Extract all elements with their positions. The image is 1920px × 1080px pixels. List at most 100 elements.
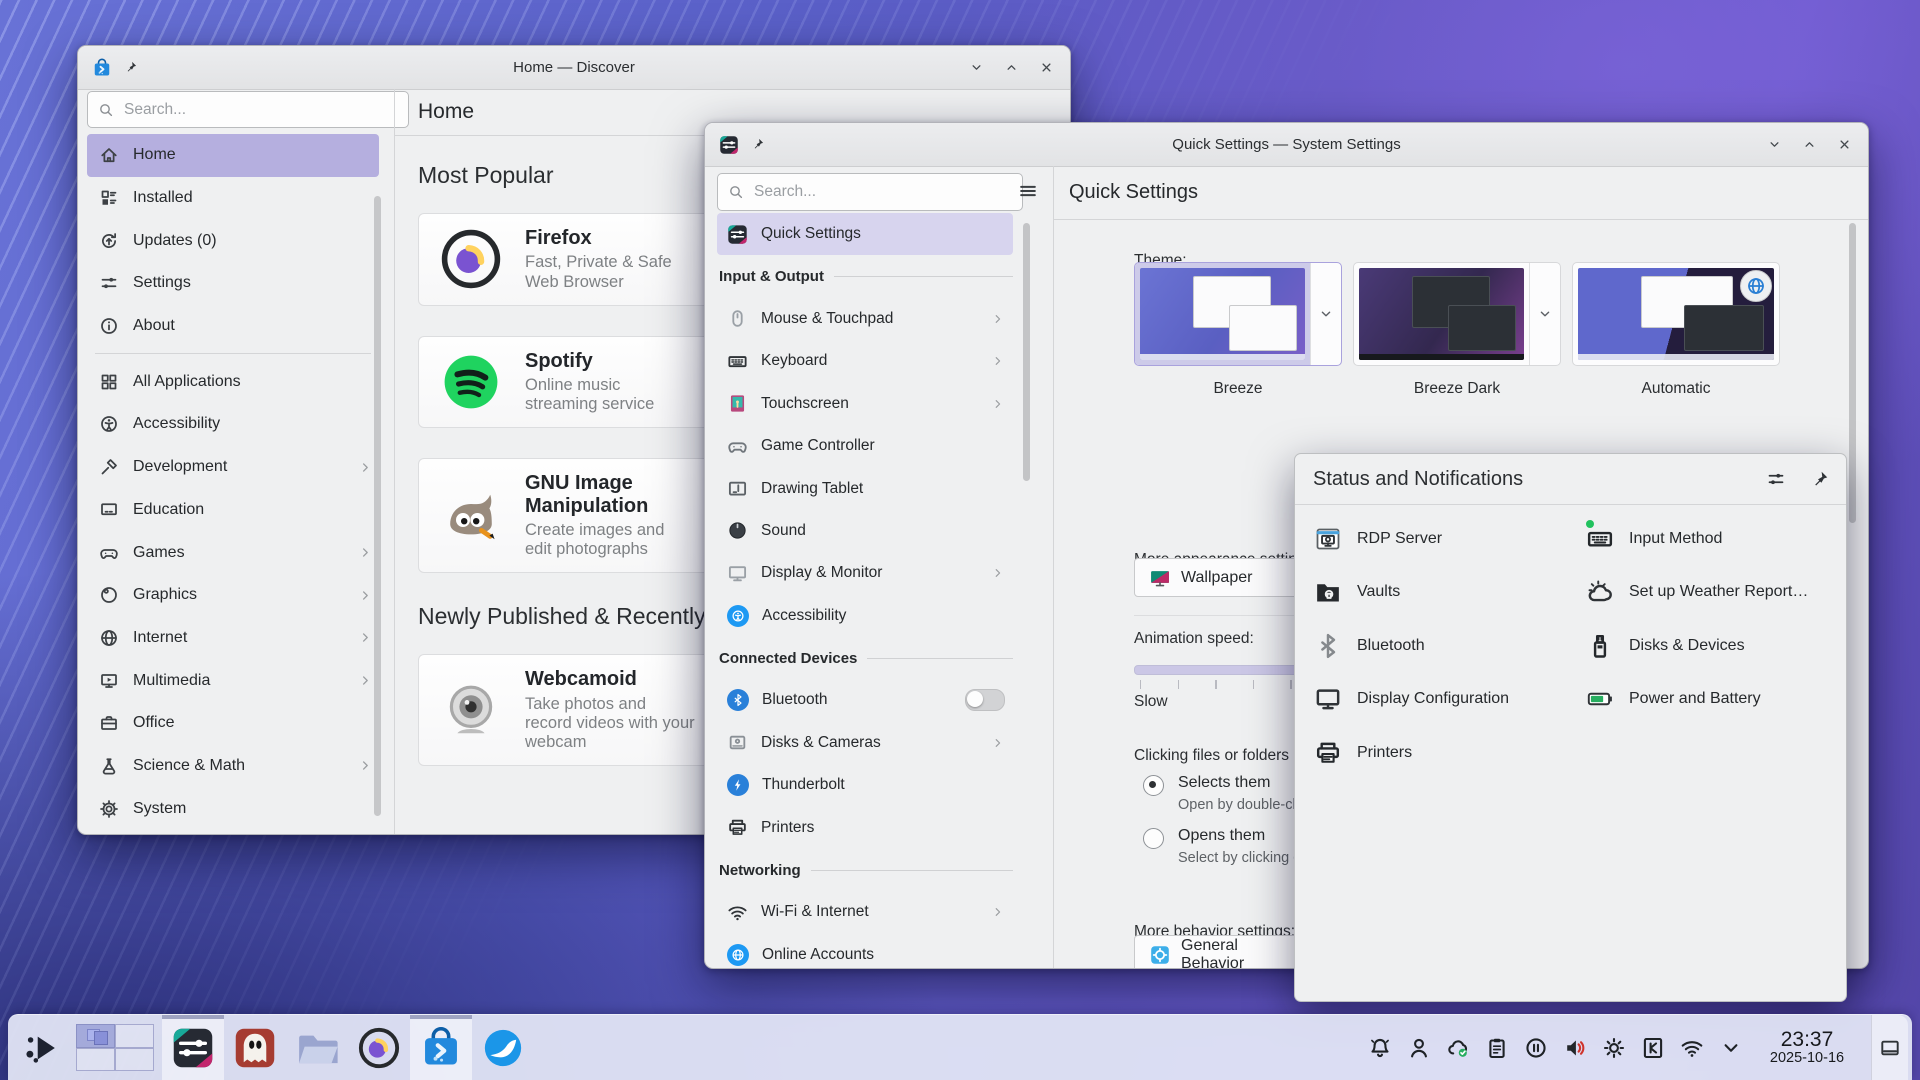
sidebar-item-online-accounts[interactable]: Online Accounts bbox=[717, 934, 1013, 969]
show-desktop-button[interactable] bbox=[1871, 1015, 1908, 1080]
search-input[interactable] bbox=[122, 100, 398, 120]
status-item-rdp-server[interactable]: RDP Server bbox=[1313, 512, 1585, 566]
sidebar-item-multimedia[interactable]: Multimedia bbox=[87, 659, 379, 702]
maximize-button[interactable] bbox=[1004, 59, 1019, 77]
sidebar-item-disks-cameras[interactable]: Disks & Cameras bbox=[717, 722, 1013, 764]
status-item-disks-devices[interactable]: Disks & Devices bbox=[1585, 619, 1831, 673]
sidebar-item-display-monitor[interactable]: Display & Monitor bbox=[717, 552, 1013, 594]
sidebar-item-accessibility[interactable]: Accessibility bbox=[717, 595, 1013, 637]
tray-notifications-bell[interactable] bbox=[1368, 1036, 1392, 1060]
sidebar-item-system[interactable]: System bbox=[87, 787, 379, 830]
minimize-button[interactable] bbox=[969, 59, 984, 77]
sidebar-item-drawing-tablet[interactable]: Drawing Tablet bbox=[717, 467, 1013, 509]
wallpaper-button[interactable]: Wallpaper bbox=[1134, 558, 1299, 597]
general-behavior-button[interactable]: General Behavior bbox=[1134, 935, 1299, 969]
sidebar-item-sound[interactable]: Sound bbox=[717, 510, 1013, 552]
theme-variant-dropdown[interactable] bbox=[1529, 263, 1560, 365]
sidebar-item-education[interactable]: Education bbox=[87, 489, 379, 532]
pin-button[interactable] bbox=[124, 59, 138, 77]
radio-selects-them[interactable]: Selects them Open by double-click bbox=[1143, 774, 1313, 813]
sidebar-item-accessibility[interactable]: Accessibility bbox=[87, 403, 379, 446]
menu-button[interactable] bbox=[1011, 175, 1045, 207]
sidebar-item-game-controller[interactable]: Game Controller bbox=[717, 425, 1013, 467]
sidebar-item-office[interactable]: Office bbox=[87, 702, 379, 745]
virtual-desktop-pager[interactable] bbox=[76, 1024, 154, 1071]
sidebar-item-science-math[interactable]: Science & Math bbox=[87, 745, 379, 788]
tray-brightness[interactable] bbox=[1602, 1036, 1626, 1060]
sidebar-item-wifi-internet[interactable]: Wi-Fi & Internet bbox=[717, 891, 1013, 933]
tray-wifi[interactable] bbox=[1680, 1036, 1704, 1060]
sidebar-item-updates[interactable]: Updates (0) bbox=[87, 219, 379, 262]
tray-kate[interactable] bbox=[1641, 1036, 1665, 1060]
theme-card[interactable] bbox=[1572, 262, 1780, 366]
tray-expand-chevron[interactable] bbox=[1719, 1036, 1743, 1060]
taskbar-discover[interactable] bbox=[410, 1015, 472, 1080]
settings-search-field[interactable] bbox=[717, 173, 1023, 211]
tray-clipboard[interactable] bbox=[1485, 1036, 1509, 1060]
status-item-printers[interactable]: Printers bbox=[1313, 726, 1585, 780]
status-item-power-battery[interactable]: Power and Battery bbox=[1585, 673, 1831, 727]
settings-titlebar[interactable]: Quick Settings — System Settings bbox=[705, 123, 1868, 167]
status-item-display-configuration[interactable]: Display Configuration bbox=[1313, 673, 1585, 727]
sidebar-item-settings[interactable]: Settings bbox=[87, 262, 379, 305]
sidebar-item-touchscreen[interactable]: Touchscreen bbox=[717, 383, 1013, 425]
pin-button[interactable] bbox=[751, 136, 765, 154]
taskbar-firefox[interactable] bbox=[348, 1015, 410, 1080]
discover-titlebar[interactable]: Home — Discover bbox=[78, 46, 1070, 90]
pager-desktop-4[interactable] bbox=[115, 1048, 154, 1072]
sidebar-item-graphics[interactable]: Graphics bbox=[87, 574, 379, 617]
radio-button[interactable] bbox=[1143, 775, 1164, 796]
sidebar-item-quick-settings[interactable]: Quick Settings bbox=[717, 213, 1013, 255]
close-button[interactable] bbox=[1837, 136, 1852, 154]
tray-cloud-sync[interactable] bbox=[1446, 1036, 1470, 1060]
theme-card[interactable] bbox=[1134, 262, 1342, 366]
taskbar-ghostwriter[interactable] bbox=[224, 1015, 286, 1080]
status-item-bluetooth[interactable]: Bluetooth bbox=[1313, 619, 1585, 673]
sidebar-item-internet[interactable]: Internet bbox=[87, 617, 379, 660]
theme-option-breeze[interactable]: Breeze bbox=[1134, 262, 1342, 398]
theme-card[interactable] bbox=[1353, 262, 1561, 366]
tray-user[interactable] bbox=[1407, 1036, 1431, 1060]
falkon-icon bbox=[481, 1026, 525, 1070]
sidebar-item-thunderbolt[interactable]: Thunderbolt bbox=[717, 764, 1013, 806]
radio-opens-them[interactable]: Opens them Select by clicking on i bbox=[1143, 827, 1317, 866]
sidebar-item-games[interactable]: Games bbox=[87, 531, 379, 574]
taskbar-app-launcher[interactable] bbox=[16, 1015, 68, 1080]
sidebar-item-bluetooth[interactable]: Bluetooth bbox=[717, 679, 1013, 721]
sidebar-item-home[interactable]: Home bbox=[87, 134, 379, 177]
pager-desktop-3[interactable] bbox=[76, 1048, 115, 1072]
clock[interactable]: 23:37 2025-10-16 bbox=[1758, 1028, 1856, 1067]
sidebar-item-all-applications[interactable]: All Applications bbox=[87, 360, 379, 403]
sidebar-scrollbar[interactable] bbox=[374, 196, 381, 816]
close-button[interactable] bbox=[1039, 59, 1054, 77]
tray-volume[interactable] bbox=[1563, 1036, 1587, 1060]
taskbar-system-settings[interactable] bbox=[162, 1015, 224, 1080]
bluetooth-toggle[interactable] bbox=[965, 689, 1005, 711]
tray-media-pause[interactable] bbox=[1524, 1036, 1548, 1060]
status-item-vaults[interactable]: Vaults bbox=[1313, 566, 1585, 620]
sidebar-scrollbar[interactable] bbox=[1023, 223, 1030, 481]
pager-desktop-2[interactable] bbox=[115, 1024, 154, 1048]
sidebar-item-keyboard[interactable]: Keyboard bbox=[717, 340, 1013, 382]
radio-button[interactable] bbox=[1143, 828, 1164, 849]
theme-variant-dropdown[interactable] bbox=[1310, 263, 1341, 365]
theme-option-dark[interactable]: Breeze Dark bbox=[1353, 262, 1561, 398]
weather-iconbox bbox=[1585, 577, 1615, 607]
discover-search-field[interactable] bbox=[87, 91, 409, 128]
sidebar-item-printers[interactable]: Printers bbox=[717, 806, 1013, 848]
theme-option-auto[interactable]: Automatic bbox=[1572, 262, 1780, 398]
search-input[interactable] bbox=[752, 182, 1012, 202]
pager-desktop-1[interactable] bbox=[76, 1024, 115, 1048]
taskbar-dolphin[interactable] bbox=[286, 1015, 348, 1080]
sidebar-item-about[interactable]: About bbox=[87, 305, 379, 348]
sidebar-item-installed[interactable]: Installed bbox=[87, 177, 379, 220]
status-item-input-method[interactable]: Input Method bbox=[1585, 512, 1831, 566]
minimize-button[interactable] bbox=[1767, 136, 1782, 154]
taskbar-falkon[interactable] bbox=[472, 1015, 534, 1080]
status-item-weather[interactable]: Set up Weather Report… bbox=[1585, 566, 1831, 620]
pin-button[interactable] bbox=[1810, 469, 1830, 489]
maximize-button[interactable] bbox=[1802, 136, 1817, 154]
sidebar-item-development[interactable]: Development bbox=[87, 446, 379, 489]
configure-button[interactable] bbox=[1766, 469, 1786, 489]
sidebar-item-mouse-touchpad[interactable]: Mouse & Touchpad bbox=[717, 298, 1013, 340]
